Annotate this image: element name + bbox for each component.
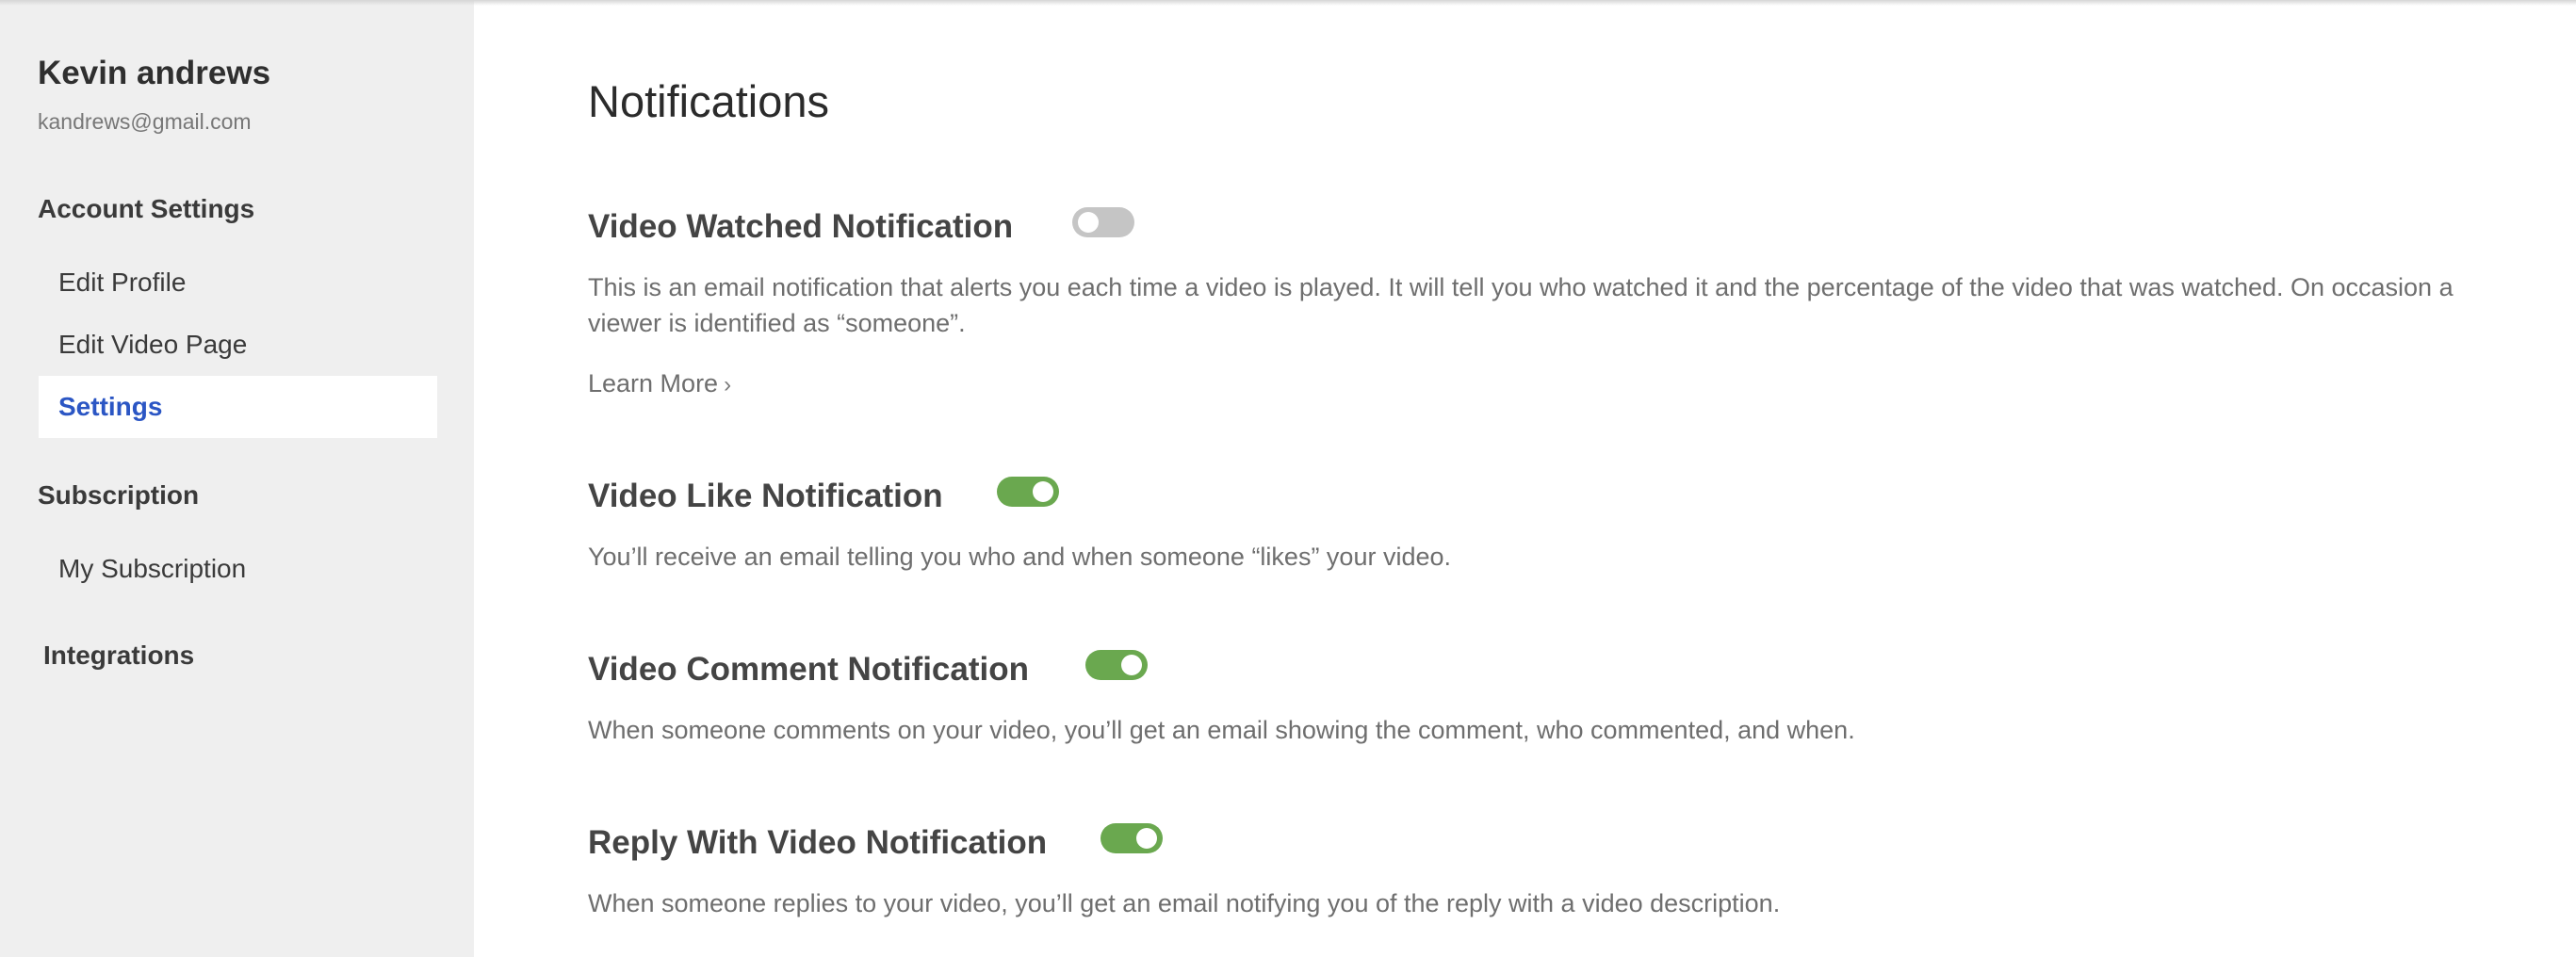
sidebar-item-settings[interactable]: Settings <box>39 376 437 438</box>
notification-description-video-comment: When someone comments on your video, you… <box>588 716 1855 744</box>
notification-title-reply-with-video: Reply With Video Notification <box>588 824 1048 861</box>
sidebar-item-label: Edit Video Page <box>58 330 248 359</box>
toggle-knob <box>1033 481 1053 502</box>
sidebar: Kevin andrews kandrews@gmail.com Account… <box>0 0 474 957</box>
notification-title-video-watched: Video Watched Notification <box>588 208 1014 245</box>
toggle-knob <box>1078 212 1099 233</box>
section-heading-subscription: Subscription <box>38 480 200 510</box>
notification-title-video-comment: Video Comment Notification <box>588 651 1029 688</box>
sidebar-item-label: My Subscription <box>58 554 247 583</box>
learn-more-link[interactable]: Learn More › <box>588 369 731 398</box>
notification-description-video-like: You’ll receive an email telling you who … <box>588 543 1452 571</box>
toggle-video-comment[interactable] <box>1085 650 1148 680</box>
chevron-right-icon: › <box>724 372 732 397</box>
toggle-knob <box>1136 828 1157 849</box>
notification-title-video-like: Video Like Notification <box>588 478 943 514</box>
section-heading-account-settings: Account Settings <box>38 194 255 223</box>
user-email: kandrews@gmail.com <box>38 109 252 134</box>
sidebar-item-label: Settings <box>58 392 163 421</box>
sidebar-item-integrations[interactable]: Integrations <box>43 641 194 671</box>
notification-description-reply-with-video: When someone replies to your video, you’… <box>588 889 1781 917</box>
sidebar-item-edit-video-page[interactable]: Edit Video Page <box>39 314 437 376</box>
learn-more-label: Learn More <box>588 369 719 397</box>
page-title: Notifications <box>588 76 829 126</box>
sidebar-item-label: Edit Profile <box>58 268 187 297</box>
toggle-video-watched[interactable] <box>1072 207 1134 237</box>
sidebar-item-my-subscription[interactable]: My Subscription <box>39 538 437 600</box>
top-shadow <box>0 0 2576 6</box>
toggle-video-like[interactable] <box>997 477 1059 507</box>
notification-description-video-watched: This is an email notification that alert… <box>588 273 2454 337</box>
toggle-reply-with-video[interactable] <box>1101 823 1163 853</box>
sidebar-item-edit-profile[interactable]: Edit Profile <box>39 251 437 314</box>
toggle-knob <box>1121 655 1142 675</box>
user-name: Kevin andrews <box>38 55 271 91</box>
